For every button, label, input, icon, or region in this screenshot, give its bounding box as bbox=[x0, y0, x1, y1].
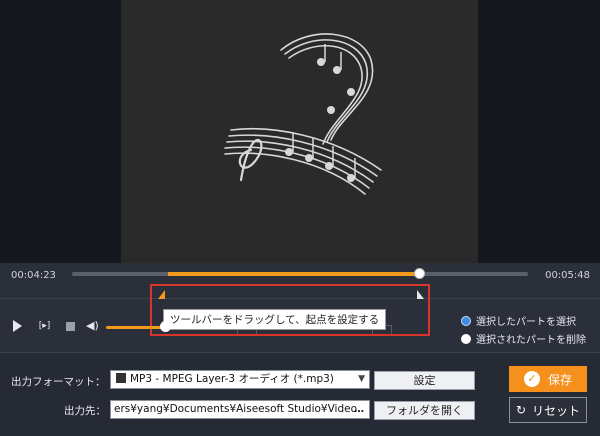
timeline-track[interactable] bbox=[72, 268, 528, 279]
end-time: 00:05:48 bbox=[545, 270, 590, 281]
volume-icon[interactable]: ◀) bbox=[86, 319, 100, 333]
radio-selected-icon[interactable] bbox=[461, 315, 471, 326]
volume-slider[interactable] bbox=[106, 326, 164, 329]
music-notes-artwork bbox=[224, 33, 382, 195]
preview-frame bbox=[121, 0, 478, 263]
timeline-selection bbox=[167, 272, 419, 276]
reset-button[interactable]: ↻ リセット bbox=[509, 397, 587, 423]
save-button-label: 保存 bbox=[547, 372, 572, 387]
check-icon: ✓ bbox=[523, 371, 540, 387]
output-panel bbox=[0, 352, 600, 436]
save-button[interactable]: ✓ 保存 bbox=[509, 366, 587, 392]
audio-format-icon bbox=[116, 373, 126, 383]
chevron-down-icon: ▼ bbox=[358, 374, 365, 384]
option-keep-selected-label: 選択したパートを選択 bbox=[476, 317, 576, 328]
format-value: MP3 - MPEG Layer-3 オーディオ (*.mp3) bbox=[130, 373, 334, 385]
trim-tooltip: ツールバーをドラッグして、起点を設定する bbox=[163, 309, 387, 330]
frame-step-icon[interactable]: [▸] bbox=[38, 320, 51, 333]
play-icon[interactable] bbox=[13, 320, 22, 332]
option-delete-selected-label: 選択されたパートを削除 bbox=[476, 335, 586, 346]
reset-icon: ↻ bbox=[515, 403, 527, 417]
radio-unselected-icon[interactable] bbox=[461, 333, 471, 344]
volume-handle[interactable] bbox=[160, 321, 171, 332]
output-path-field[interactable]: ers¥yang¥Documents¥Aiseesoft Studio¥Vide… bbox=[110, 400, 370, 419]
option-delete-selected[interactable]: 選択されたパートを削除 bbox=[461, 331, 586, 346]
output-path-value: ers¥yang¥Documents¥Aiseesoft Studio¥Vide… bbox=[114, 403, 358, 415]
format-label: 出力フォーマット： bbox=[11, 376, 106, 388]
settings-button[interactable]: 設定 bbox=[374, 371, 475, 390]
stop-icon[interactable] bbox=[66, 322, 75, 331]
current-time: 00:04:23 bbox=[11, 270, 56, 281]
browse-button[interactable]: … bbox=[354, 401, 364, 418]
open-folder-button[interactable]: フォルダを開く bbox=[374, 401, 475, 420]
output-path-label: 出力先： bbox=[64, 405, 106, 417]
reset-button-label: リセット bbox=[532, 403, 581, 418]
format-select[interactable]: MP3 - MPEG Layer-3 オーディオ (*.mp3) ▼ bbox=[110, 370, 370, 389]
video-preview bbox=[0, 0, 600, 263]
option-keep-selected[interactable]: 選択したパートを選択 bbox=[461, 313, 576, 328]
playhead-handle[interactable] bbox=[413, 268, 425, 279]
